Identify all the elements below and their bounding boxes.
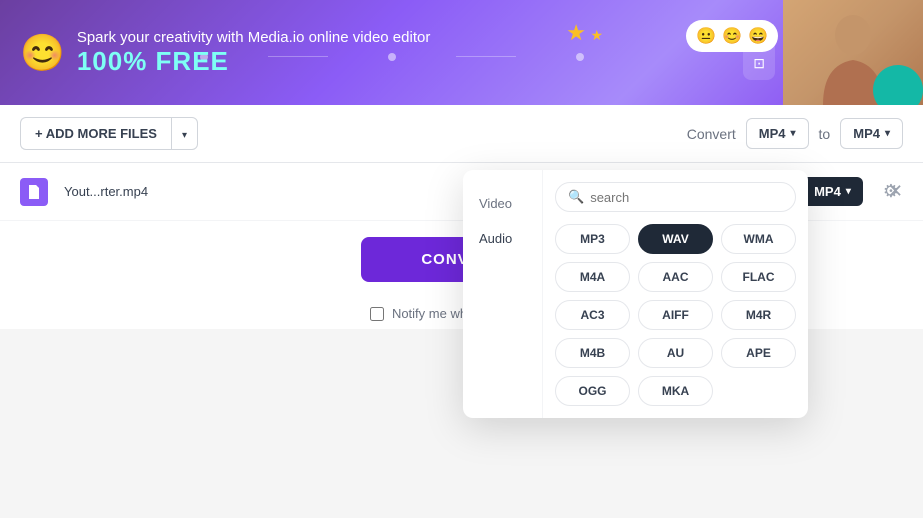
close-icon: ✕ (888, 181, 903, 201)
banner-text: Spark your creativity with Media.io onli… (77, 29, 431, 77)
star-small-icon: ★ (590, 27, 603, 43)
format-dropdown-panel: Video Audio 🔍 MP3 WAV WMA M4A AAC FLAC A… (463, 170, 808, 418)
banner-emoji: 😊 (20, 32, 65, 74)
to-label: to (819, 126, 831, 142)
format-flac[interactable]: FLAC (721, 262, 796, 292)
chevron-down-icon: ▾ (846, 186, 851, 197)
format-to-button[interactable]: MP4 ▾ (840, 118, 903, 149)
banner-stars: ★ ★ (566, 20, 603, 46)
sidebar-item-video[interactable]: Video (463, 186, 542, 221)
format-au[interactable]: AU (638, 338, 713, 368)
format-ac3[interactable]: AC3 (555, 300, 630, 330)
emoji-neutral: 😐 (696, 26, 716, 46)
chevron-down-icon: ▾ (182, 130, 187, 141)
format-to-label: MP4 (853, 126, 880, 141)
file-type-icon (20, 178, 48, 206)
add-files-button[interactable]: + ADD MORE FILES (20, 117, 171, 150)
sidebar-item-audio[interactable]: Audio (463, 221, 542, 256)
format-mka[interactable]: MKA (638, 376, 713, 406)
search-icon: 🔍 (568, 189, 584, 205)
dropdown-sidebar: Video Audio (463, 170, 543, 418)
emoji-faces: 😐 😊 😄 (686, 20, 778, 52)
banner-free: 100% FREE (77, 46, 431, 77)
format-from-button[interactable]: MP4 ▾ (746, 118, 809, 149)
file-format-button[interactable]: MP4 ▾ (802, 177, 863, 206)
emoji-smile: 😊 (722, 26, 742, 46)
format-m4b[interactable]: M4B (555, 338, 630, 368)
dropdown-main: 🔍 MP3 WAV WMA M4A AAC FLAC AC3 AIFF M4R … (543, 170, 808, 418)
star-icon: ★ (566, 20, 586, 45)
format-ape[interactable]: APE (721, 338, 796, 368)
emoji-laugh: 😄 (748, 26, 768, 46)
notify-checkbox[interactable] (370, 307, 384, 321)
format-grid: MP3 WAV WMA M4A AAC FLAC AC3 AIFF M4R M4… (555, 224, 796, 406)
toolbar-left: + ADD MORE FILES ▾ (20, 117, 198, 150)
convert-label: CONV (421, 251, 468, 268)
format-search-input[interactable] (590, 190, 783, 205)
remove-file-button[interactable]: ✕ (888, 181, 903, 202)
format-search-box: 🔍 (555, 182, 796, 212)
banner-right: 😐 😊 😄 ✂ ⊡ (743, 0, 923, 105)
convert-label: Convert (687, 126, 736, 142)
format-mp3[interactable]: MP3 (555, 224, 630, 254)
format-wma[interactable]: WMA (721, 224, 796, 254)
banner: 😊 Spark your creativity with Media.io on… (0, 0, 923, 105)
chevron-down-icon: ▾ (791, 128, 796, 139)
format-ogg[interactable]: OGG (555, 376, 630, 406)
format-m4a[interactable]: M4A (555, 262, 630, 292)
toolbar-right: Convert MP4 ▾ to MP4 ▾ (687, 118, 903, 149)
format-aac[interactable]: AAC (638, 262, 713, 292)
format-aiff[interactable]: AIFF (638, 300, 713, 330)
format-m4r[interactable]: M4R (721, 300, 796, 330)
add-files-dropdown-button[interactable]: ▾ (171, 117, 198, 150)
crop-icon: ⊡ (753, 55, 765, 72)
banner-tagline: Spark your creativity with Media.io onli… (77, 29, 431, 46)
chevron-down-icon: ▾ (885, 128, 890, 139)
format-wav[interactable]: WAV (638, 224, 713, 254)
toolbar: + ADD MORE FILES ▾ Convert MP4 ▾ to MP4 … (0, 105, 923, 163)
format-from-label: MP4 (759, 126, 786, 141)
file-format-label: MP4 (814, 184, 841, 199)
